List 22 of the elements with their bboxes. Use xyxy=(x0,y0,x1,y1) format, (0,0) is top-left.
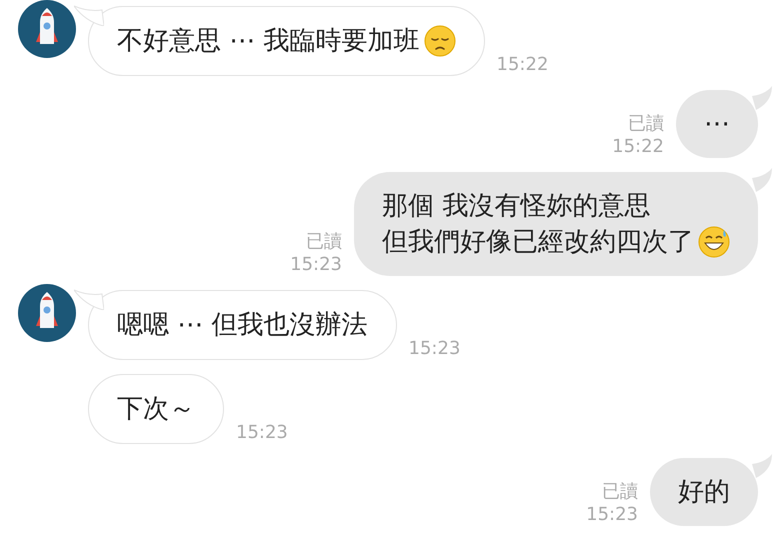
avatar-rocket-icon[interactable] xyxy=(18,0,76,58)
message-time: 15:23 xyxy=(290,253,342,276)
message-bubble: 那個 我沒有怪妳的意思 但我們好像已經改約四次了 xyxy=(354,172,758,276)
message-bubble: 好的 xyxy=(650,458,758,526)
message-time: 15:22 xyxy=(612,135,664,158)
message-bubble: 嗯嗯 ⋯ 但我也沒辦法 xyxy=(88,290,397,360)
bubble-tail xyxy=(74,4,104,26)
message-time: 15:23 xyxy=(408,337,460,360)
bubble-tail xyxy=(752,86,774,112)
message-time: 15:23 xyxy=(586,503,638,526)
bubble-tail xyxy=(74,288,104,310)
message-bubble: 下次～ xyxy=(88,374,224,444)
message-bubble: ⋯ xyxy=(676,90,758,158)
avatar-rocket-icon[interactable] xyxy=(18,284,76,342)
message-bubble: 不好意思 ⋯ 我臨時要加班 xyxy=(88,6,485,76)
bubble-tail xyxy=(752,454,774,480)
read-receipt: 已讀 xyxy=(306,230,342,253)
read-receipt: 已讀 xyxy=(602,480,638,503)
message-time: 15:22 xyxy=(496,53,548,76)
read-receipt: 已讀 xyxy=(628,112,664,135)
message-time: 15:23 xyxy=(236,421,288,444)
bubble-tail xyxy=(752,168,774,194)
